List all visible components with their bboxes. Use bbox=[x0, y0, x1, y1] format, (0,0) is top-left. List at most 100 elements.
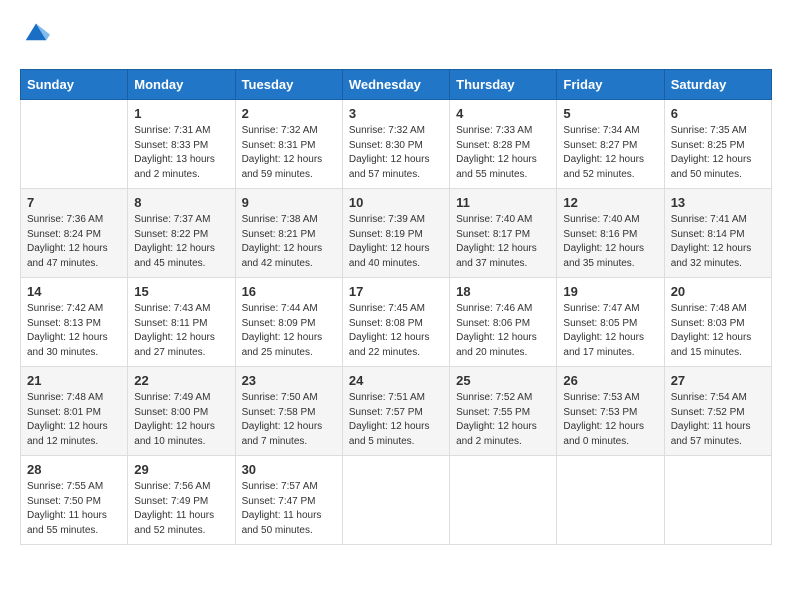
calendar-week-4: 21 Sunrise: 7:48 AMSunset: 8:01 PMDayligh… bbox=[21, 367, 772, 456]
calendar-cell: 19 Sunrise: 7:47 AMSunset: 8:05 PMDayligh… bbox=[557, 278, 664, 367]
day-header-thursday: Thursday bbox=[450, 70, 557, 100]
calendar-cell: 21 Sunrise: 7:48 AMSunset: 8:01 PMDayligh… bbox=[21, 367, 128, 456]
calendar-cell: 18 Sunrise: 7:46 AMSunset: 8:06 PMDayligh… bbox=[450, 278, 557, 367]
calendar-week-2: 7Sunrise: 7:36 AMSunset: 8:24 PMDaylight… bbox=[21, 189, 772, 278]
cell-info: Sunrise: 7:42 AMSunset: 8:13 PMDaylight:… bbox=[27, 302, 121, 360]
cell-info: Sunrise: 7:41 AMSunset: 8:14 PMDaylight:… bbox=[671, 213, 765, 271]
day-number: 29 bbox=[134, 462, 228, 477]
day-number: 12 bbox=[563, 195, 657, 210]
cell-info: Sunrise: 7:39 AMSunset: 8:19 PMDaylight:… bbox=[349, 213, 443, 271]
cell-info: Sunrise: 7:37 AMSunset: 8:22 PMDaylight:… bbox=[134, 213, 228, 271]
calendar-cell: 28 Sunrise: 7:55 AMSunset: 7:50 PMDayligh… bbox=[21, 456, 128, 545]
calendar-cell: 5 Sunrise: 7:34 AMSunset: 8:27 PMDaylight… bbox=[557, 100, 664, 189]
day-header-tuesday: Tuesday bbox=[235, 70, 342, 100]
day-number: 6 bbox=[671, 106, 765, 121]
calendar-cell: 20 Sunrise: 7:48 AMSunset: 8:03 PMDayligh… bbox=[664, 278, 771, 367]
day-number: 26 bbox=[563, 373, 657, 388]
day-number: 19 bbox=[563, 284, 657, 299]
calendar-cell bbox=[557, 456, 664, 545]
logo-icon bbox=[22, 16, 50, 44]
day-number: 20 bbox=[671, 284, 765, 299]
cell-info: Sunrise: 7:48 AMSunset: 8:01 PMDaylight:… bbox=[27, 391, 121, 449]
day-number: 5 bbox=[563, 106, 657, 121]
cell-info: Sunrise: 7:55 AMSunset: 7:50 PMDaylight:… bbox=[27, 480, 121, 538]
calendar-cell: 27Sunrise: 7:54 AMSunset: 7:52 PMDayligh… bbox=[664, 367, 771, 456]
cell-info: Sunrise: 7:53 AMSunset: 7:53 PMDaylight:… bbox=[563, 391, 657, 449]
calendar-cell bbox=[342, 456, 449, 545]
cell-info: Sunrise: 7:51 AMSunset: 7:57 PMDaylight:… bbox=[349, 391, 443, 449]
calendar-cell: 16 Sunrise: 7:44 AMSunset: 8:09 PMDayligh… bbox=[235, 278, 342, 367]
calendar-cell: 25 Sunrise: 7:52 AMSunset: 7:55 PMDayligh… bbox=[450, 367, 557, 456]
day-number: 8 bbox=[134, 195, 228, 210]
calendar-cell: 13Sunrise: 7:41 AMSunset: 8:14 PMDayligh… bbox=[664, 189, 771, 278]
cell-info: Sunrise: 7:43 AMSunset: 8:11 PMDaylight:… bbox=[134, 302, 228, 360]
cell-info: Sunrise: 7:50 AMSunset: 7:58 PMDaylight:… bbox=[242, 391, 336, 449]
day-number: 17 bbox=[349, 284, 443, 299]
calendar-cell: 1 Sunrise: 7:31 AMSunset: 8:33 PMDaylight… bbox=[128, 100, 235, 189]
calendar-cell: 6 Sunrise: 7:35 AMSunset: 8:25 PMDaylight… bbox=[664, 100, 771, 189]
calendar-cell: 4 Sunrise: 7:33 AMSunset: 8:28 PMDaylight… bbox=[450, 100, 557, 189]
calendar-cell: 26 Sunrise: 7:53 AMSunset: 7:53 PMDayligh… bbox=[557, 367, 664, 456]
calendar-cell bbox=[664, 456, 771, 545]
day-header-sunday: Sunday bbox=[21, 70, 128, 100]
calendar-week-5: 28 Sunrise: 7:55 AMSunset: 7:50 PMDayligh… bbox=[21, 456, 772, 545]
day-number: 3 bbox=[349, 106, 443, 121]
cell-info: Sunrise: 7:40 AMSunset: 8:16 PMDaylight:… bbox=[563, 213, 657, 271]
day-number: 16 bbox=[242, 284, 336, 299]
cell-info: Sunrise: 7:34 AMSunset: 8:27 PMDaylight:… bbox=[563, 124, 657, 182]
calendar-cell: 22 Sunrise: 7:49 AMSunset: 8:00 PMDayligh… bbox=[128, 367, 235, 456]
cell-info: Sunrise: 7:48 AMSunset: 8:03 PMDaylight:… bbox=[671, 302, 765, 360]
cell-info: Sunrise: 7:47 AMSunset: 8:05 PMDaylight:… bbox=[563, 302, 657, 360]
day-number: 25 bbox=[456, 373, 550, 388]
day-number: 21 bbox=[27, 373, 121, 388]
day-number: 30 bbox=[242, 462, 336, 477]
cell-info: Sunrise: 7:36 AMSunset: 8:24 PMDaylight:… bbox=[27, 213, 121, 271]
calendar-table: SundayMondayTuesdayWednesdayThursdayFrid… bbox=[20, 69, 772, 545]
cell-info: Sunrise: 7:44 AMSunset: 8:09 PMDaylight:… bbox=[242, 302, 336, 360]
day-number: 15 bbox=[134, 284, 228, 299]
calendar-cell: 2Sunrise: 7:32 AMSunset: 8:31 PMDaylight… bbox=[235, 100, 342, 189]
cell-info: Sunrise: 7:56 AMSunset: 7:49 PMDaylight:… bbox=[134, 480, 228, 538]
day-number: 9 bbox=[242, 195, 336, 210]
cell-info: Sunrise: 7:40 AMSunset: 8:17 PMDaylight:… bbox=[456, 213, 550, 271]
calendar-cell: 30 Sunrise: 7:57 AMSunset: 7:47 PMDayligh… bbox=[235, 456, 342, 545]
calendar-cell: 8 Sunrise: 7:37 AMSunset: 8:22 PMDaylight… bbox=[128, 189, 235, 278]
calendar-cell: 10Sunrise: 7:39 AMSunset: 8:19 PMDayligh… bbox=[342, 189, 449, 278]
calendar-cell: 24 Sunrise: 7:51 AMSunset: 7:57 PMDayligh… bbox=[342, 367, 449, 456]
day-number: 22 bbox=[134, 373, 228, 388]
calendar-cell: 9Sunrise: 7:38 AMSunset: 8:21 PMDaylight… bbox=[235, 189, 342, 278]
day-number: 24 bbox=[349, 373, 443, 388]
cell-info: Sunrise: 7:46 AMSunset: 8:06 PMDaylight:… bbox=[456, 302, 550, 360]
page-header bbox=[20, 20, 772, 53]
calendar-cell: 29 Sunrise: 7:56 AMSunset: 7:49 PMDayligh… bbox=[128, 456, 235, 545]
cell-info: Sunrise: 7:49 AMSunset: 8:00 PMDaylight:… bbox=[134, 391, 228, 449]
day-number: 28 bbox=[27, 462, 121, 477]
day-number: 1 bbox=[134, 106, 228, 121]
calendar-cell: 11 Sunrise: 7:40 AMSunset: 8:17 PMDayligh… bbox=[450, 189, 557, 278]
calendar-cell: 23Sunrise: 7:50 AMSunset: 7:58 PMDayligh… bbox=[235, 367, 342, 456]
cell-info: Sunrise: 7:57 AMSunset: 7:47 PMDaylight:… bbox=[242, 480, 336, 538]
day-number: 4 bbox=[456, 106, 550, 121]
cell-info: Sunrise: 7:33 AMSunset: 8:28 PMDaylight:… bbox=[456, 124, 550, 182]
day-number: 27 bbox=[671, 373, 765, 388]
calendar-cell bbox=[450, 456, 557, 545]
calendar-cell: 7Sunrise: 7:36 AMSunset: 8:24 PMDaylight… bbox=[21, 189, 128, 278]
cell-info: Sunrise: 7:35 AMSunset: 8:25 PMDaylight:… bbox=[671, 124, 765, 182]
calendar-header-row: SundayMondayTuesdayWednesdayThursdayFrid… bbox=[21, 70, 772, 100]
day-header-saturday: Saturday bbox=[664, 70, 771, 100]
calendar-week-1: 1 Sunrise: 7:31 AMSunset: 8:33 PMDaylight… bbox=[21, 100, 772, 189]
cell-info: Sunrise: 7:32 AMSunset: 8:30 PMDaylight:… bbox=[349, 124, 443, 182]
cell-info: Sunrise: 7:31 AMSunset: 8:33 PMDaylight:… bbox=[134, 124, 228, 182]
day-header-monday: Monday bbox=[128, 70, 235, 100]
cell-info: Sunrise: 7:52 AMSunset: 7:55 PMDaylight:… bbox=[456, 391, 550, 449]
cell-info: Sunrise: 7:45 AMSunset: 8:08 PMDaylight:… bbox=[349, 302, 443, 360]
day-header-friday: Friday bbox=[557, 70, 664, 100]
day-number: 2 bbox=[242, 106, 336, 121]
calendar-cell: 14Sunrise: 7:42 AMSunset: 8:13 PMDayligh… bbox=[21, 278, 128, 367]
calendar-cell: 12 Sunrise: 7:40 AMSunset: 8:16 PMDayligh… bbox=[557, 189, 664, 278]
day-number: 18 bbox=[456, 284, 550, 299]
logo bbox=[20, 20, 50, 53]
day-number: 11 bbox=[456, 195, 550, 210]
calendar-cell bbox=[21, 100, 128, 189]
calendar-cell: 3 Sunrise: 7:32 AMSunset: 8:30 PMDaylight… bbox=[342, 100, 449, 189]
